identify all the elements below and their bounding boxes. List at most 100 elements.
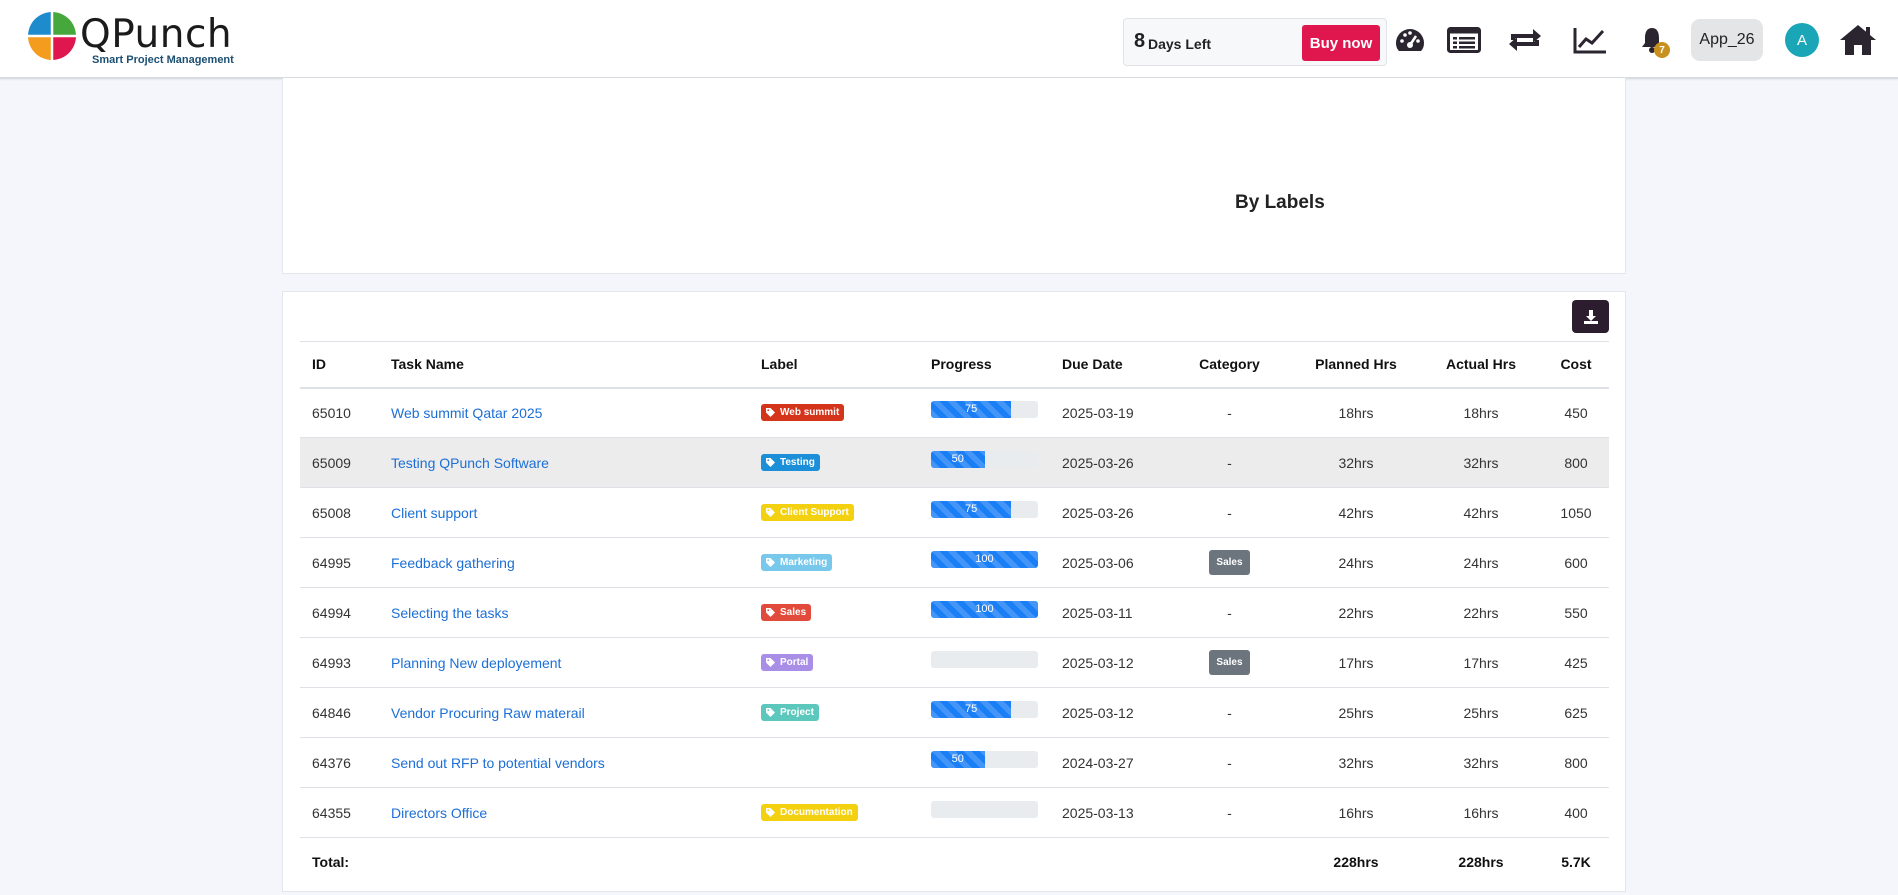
task-id: 64995 — [300, 537, 379, 588]
notification-count-badge: 7 — [1654, 42, 1670, 58]
label-text: Marketing — [780, 557, 828, 568]
category-cell: - — [1166, 737, 1293, 788]
progress-cell: 100 — [919, 587, 1050, 638]
progress-bar: 75 — [931, 501, 1038, 518]
tag-icon — [766, 458, 775, 467]
home-icon[interactable] — [1836, 18, 1880, 62]
label-badge: Portal — [761, 654, 814, 671]
due-date: 2025-03-12 — [1050, 687, 1166, 738]
col-header-cost[interactable]: Cost — [1543, 341, 1609, 389]
label-badge: Web summit — [761, 404, 845, 422]
due-date: 2025-03-19 — [1050, 387, 1166, 438]
category-cell: Sales — [1166, 637, 1293, 688]
list-view-icon[interactable] — [1444, 18, 1484, 62]
task-id: 65008 — [300, 487, 379, 538]
progress-cell: 75 — [919, 387, 1050, 438]
label-text: Web summit — [780, 407, 840, 419]
planned-hrs: 42hrs — [1293, 487, 1419, 538]
label-badge: Client Support — [761, 504, 854, 521]
tag-icon — [766, 708, 775, 717]
table-row: 65009 Testing QPunch Software Testing 50… — [300, 437, 1609, 488]
col-header-label[interactable]: Label — [749, 341, 919, 389]
progress-bar: 50 — [931, 451, 1038, 468]
progress-fill: 100 — [931, 601, 1038, 618]
tag-icon — [766, 408, 775, 418]
tag-icon — [766, 558, 775, 567]
category-cell: - — [1166, 437, 1293, 488]
label-badge: Testing — [761, 454, 820, 471]
task-id: 64994 — [300, 587, 379, 638]
label-cell: Client Support — [749, 487, 919, 538]
col-header-progress[interactable]: Progress — [919, 341, 1050, 389]
progress-fill: 50 — [931, 451, 985, 468]
cost: 800 — [1543, 437, 1609, 488]
col-header-actual-hrs[interactable]: Actual Hrs — [1419, 341, 1543, 389]
top-navbar: QPunch Smart Project Management 8 Days L… — [0, 0, 1898, 79]
label-text: Project — [780, 707, 814, 718]
buy-now-button[interactable]: Buy now — [1302, 25, 1380, 61]
progress-cell: 75 — [919, 487, 1050, 538]
category-cell: - — [1166, 787, 1293, 838]
analytics-chart-icon[interactable] — [1570, 18, 1610, 62]
dashboard-gauge-icon[interactable] — [1390, 18, 1430, 62]
category-cell: - — [1166, 587, 1293, 638]
actual-hrs: 32hrs — [1419, 437, 1543, 488]
label-cell: Web summit — [749, 387, 919, 438]
planned-hrs: 16hrs — [1293, 787, 1419, 838]
qpunch-logo[interactable]: QPunch Smart Project Management — [28, 12, 248, 68]
logo-mark-icon — [28, 12, 76, 60]
brand-tagline: Smart Project Management — [92, 54, 234, 66]
workspace-switcher[interactable]: App_26 — [1691, 19, 1763, 61]
download-button[interactable] — [1572, 300, 1609, 333]
tag-icon — [766, 608, 775, 617]
due-date: 2025-03-11 — [1050, 587, 1166, 638]
task-name-link[interactable]: Directors Office — [391, 805, 487, 821]
label-text: Portal — [780, 657, 809, 668]
due-date: 2025-03-26 — [1050, 487, 1166, 538]
col-header-task-name[interactable]: Task Name — [379, 341, 749, 389]
label-badge: Documentation — [761, 804, 858, 821]
table-row: 64376 Send out RFP to potential vendors … — [300, 737, 1609, 788]
cost: 600 — [1543, 537, 1609, 588]
trial-box: 8 Days Left Buy now — [1123, 18, 1387, 66]
table-row: 65008 Client support Client Support 75 2… — [300, 487, 1609, 538]
label-badge: Project — [761, 704, 819, 721]
notifications-bell-icon[interactable]: 7 — [1632, 18, 1672, 62]
actual-hrs: 18hrs — [1419, 387, 1543, 438]
task-name-link[interactable]: Client support — [391, 505, 477, 521]
user-avatar[interactable]: A — [1785, 23, 1819, 57]
col-header-id[interactable]: ID — [300, 341, 379, 389]
due-date: 2024-03-27 — [1050, 737, 1166, 788]
task-name-link[interactable]: Planning New deployement — [391, 655, 561, 671]
task-name-link[interactable]: Vendor Procuring Raw materail — [391, 705, 585, 721]
planned-hrs: 18hrs — [1293, 387, 1419, 438]
actual-hrs: 16hrs — [1419, 787, 1543, 838]
actual-hrs: 17hrs — [1419, 637, 1543, 688]
task-table-panel: ID Task Name Label Progress Due Date Cat… — [282, 291, 1626, 892]
label-text: Testing — [780, 457, 815, 468]
label-cell: Project — [749, 687, 919, 738]
col-header-planned-hrs[interactable]: Planned Hrs — [1293, 341, 1419, 389]
table-row: 64994 Selecting the tasks Sales 100 2025… — [300, 587, 1609, 638]
totals-row: Total: 228hrs 228hrs 5.7K — [300, 838, 1609, 886]
due-date: 2025-03-12 — [1050, 637, 1166, 688]
brand-name: QPunch — [80, 12, 233, 57]
progress-fill: 100 — [931, 551, 1038, 568]
col-header-category[interactable]: Category — [1166, 341, 1293, 389]
col-header-due-date[interactable]: Due Date — [1050, 341, 1166, 389]
label-badge: Sales — [761, 604, 812, 621]
task-name-link[interactable]: Send out RFP to potential vendors — [391, 755, 605, 771]
progress-bar — [931, 801, 1038, 818]
task-id: 65010 — [300, 387, 379, 438]
progress-fill: 50 — [931, 751, 985, 768]
task-name-link[interactable]: Selecting the tasks — [391, 605, 509, 621]
progress-bar: 75 — [931, 401, 1038, 419]
task-name-link[interactable]: Web summit Qatar 2025 — [391, 405, 542, 421]
label-badge: Marketing — [761, 554, 833, 571]
progress-cell: 50 — [919, 437, 1050, 488]
sync-arrows-icon[interactable] — [1505, 18, 1545, 62]
task-name-link[interactable]: Testing QPunch Software — [391, 455, 549, 471]
actual-hrs: 25hrs — [1419, 687, 1543, 738]
due-date: 2025-03-26 — [1050, 437, 1166, 488]
task-name-link[interactable]: Feedback gathering — [391, 555, 515, 571]
